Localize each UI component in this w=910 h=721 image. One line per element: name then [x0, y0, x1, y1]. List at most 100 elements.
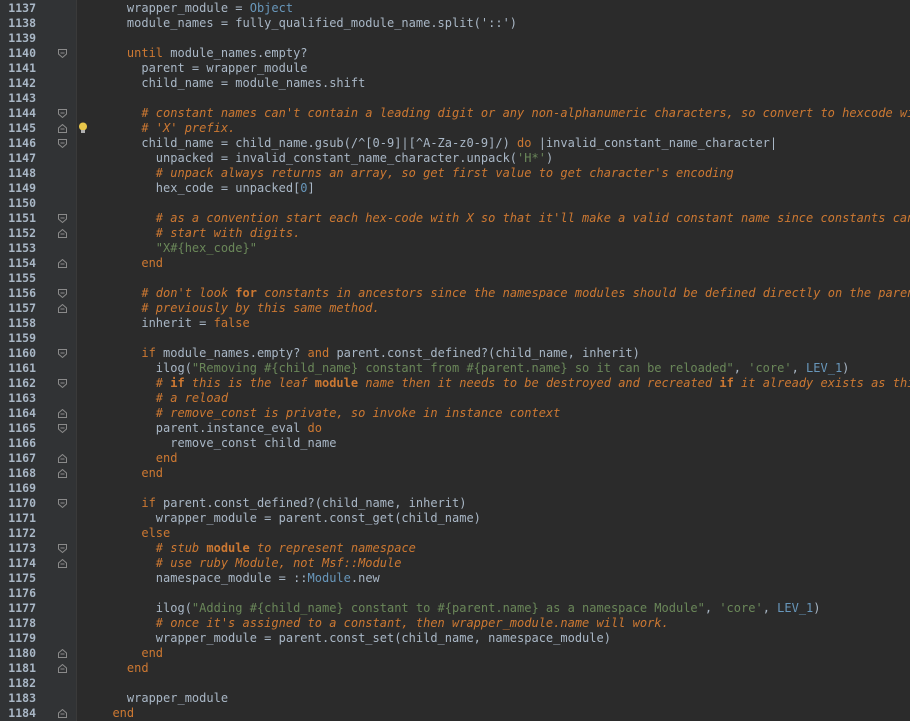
- code-text[interactable]: # constant names can't contain a leading…: [98, 106, 910, 121]
- code-text[interactable]: hex_code = unpacked[0]: [98, 181, 315, 196]
- code-line[interactable]: 1177 ilog("Adding #{child_name} constant…: [0, 601, 910, 616]
- code-line[interactable]: 1162 # if this is the leaf module name t…: [0, 376, 910, 391]
- code-line[interactable]: 1150: [0, 196, 910, 211]
- code-text[interactable]: # previously by this same method.: [98, 301, 379, 316]
- code-text[interactable]: # stub module to represent namespace: [98, 541, 416, 556]
- fold-close-icon[interactable]: [58, 709, 67, 718]
- fold-open-icon[interactable]: [58, 424, 67, 433]
- code-line[interactable]: 1176: [0, 586, 910, 601]
- fold-open-icon[interactable]: [58, 109, 67, 118]
- fold-close-icon[interactable]: [58, 649, 67, 658]
- code-line[interactable]: 1160 if module_names.empty? and parent.c…: [0, 346, 910, 361]
- code-line[interactable]: 1183 wrapper_module: [0, 691, 910, 706]
- fold-close-icon[interactable]: [58, 409, 67, 418]
- code-text[interactable]: module_names = fully_qualified_module_na…: [98, 16, 517, 31]
- code-text[interactable]: unpacked = invalid_constant_name_charact…: [98, 151, 553, 166]
- code-text[interactable]: until module_names.empty?: [98, 46, 308, 61]
- code-line[interactable]: 1159: [0, 331, 910, 346]
- code-text[interactable]: if parent.const_defined?(child_name, inh…: [98, 496, 466, 511]
- code-text[interactable]: # use ruby Module, not Msf::Module: [98, 556, 402, 571]
- fold-open-icon[interactable]: [58, 379, 67, 388]
- fold-open-icon[interactable]: [58, 499, 67, 508]
- code-text[interactable]: wrapper_module: [98, 691, 228, 706]
- code-line[interactable]: 1172 else: [0, 526, 910, 541]
- code-line[interactable]: 1153 "X#{hex_code}": [0, 241, 910, 256]
- code-line[interactable]: 1149 hex_code = unpacked[0]: [0, 181, 910, 196]
- code-line[interactable]: 1161 ilog("Removing #{child_name} consta…: [0, 361, 910, 376]
- code-text[interactable]: # start with digits.: [98, 226, 301, 241]
- fold-open-icon[interactable]: [58, 49, 67, 58]
- code-text[interactable]: else: [98, 526, 170, 541]
- code-text[interactable]: # a reload: [98, 391, 228, 406]
- code-line[interactable]: 1137 wrapper_module = Object: [0, 1, 910, 16]
- fold-open-icon[interactable]: [58, 214, 67, 223]
- code-line[interactable]: 1158 inherit = false: [0, 316, 910, 331]
- code-line[interactable]: 1139: [0, 31, 910, 46]
- code-text[interactable]: # don't look for constants in ancestors …: [98, 286, 910, 301]
- code-line[interactable]: 1140 until module_names.empty?: [0, 46, 910, 61]
- code-line[interactable]: 1173 # stub module to represent namespac…: [0, 541, 910, 556]
- code-line[interactable]: 1170 if parent.const_defined?(child_name…: [0, 496, 910, 511]
- code-text[interactable]: remove_const child_name: [98, 436, 336, 451]
- code-line[interactable]: 1145 # 'X' prefix.: [0, 121, 910, 136]
- fold-open-icon[interactable]: [58, 349, 67, 358]
- code-line[interactable]: 1144 # constant names can't contain a le…: [0, 106, 910, 121]
- fold-close-icon[interactable]: [58, 469, 67, 478]
- code-line[interactable]: 1148 # unpack always returns an array, s…: [0, 166, 910, 181]
- code-text[interactable]: child_name = child_name.gsub(/^[0-9]|[^A…: [98, 136, 777, 151]
- lightbulb-icon[interactable]: [78, 122, 88, 134]
- code-text[interactable]: end: [98, 466, 163, 481]
- code-text[interactable]: ilog("Removing #{child_name} constant fr…: [98, 361, 850, 376]
- code-line[interactable]: 1168 end: [0, 466, 910, 481]
- code-line[interactable]: 1180 end: [0, 646, 910, 661]
- fold-close-icon[interactable]: [58, 664, 67, 673]
- code-editor[interactable]: 1137 wrapper_module = Object 1138 module_…: [0, 0, 910, 721]
- code-text[interactable]: # 'X' prefix.: [98, 121, 235, 136]
- code-line[interactable]: 1156 # don't look for constants in ances…: [0, 286, 910, 301]
- code-line[interactable]: 1152 # start with digits.: [0, 226, 910, 241]
- code-line[interactable]: 1175 namespace_module = ::Module.new: [0, 571, 910, 586]
- code-text[interactable]: # if this is the leaf module name then i…: [98, 376, 910, 391]
- code-text[interactable]: end: [98, 451, 178, 466]
- code-line[interactable]: 1157 # previously by this same method.: [0, 301, 910, 316]
- code-text[interactable]: namespace_module = ::Module.new: [98, 571, 380, 586]
- code-text[interactable]: # as a convention start each hex-code wi…: [98, 211, 910, 226]
- fold-open-icon[interactable]: [58, 139, 67, 148]
- code-line[interactable]: 1141 parent = wrapper_module: [0, 61, 910, 76]
- code-text[interactable]: wrapper_module = parent.const_set(child_…: [98, 631, 611, 646]
- code-text[interactable]: end: [98, 706, 134, 721]
- fold-close-icon[interactable]: [58, 454, 67, 463]
- code-text[interactable]: child_name = module_names.shift: [98, 76, 365, 91]
- code-line[interactable]: 1169: [0, 481, 910, 496]
- code-text[interactable]: wrapper_module = parent.const_get(child_…: [98, 511, 481, 526]
- fold-close-icon[interactable]: [58, 559, 67, 568]
- code-text[interactable]: if module_names.empty? and parent.const_…: [98, 346, 640, 361]
- fold-close-icon[interactable]: [58, 259, 67, 268]
- code-line[interactable]: 1174 # use ruby Module, not Msf::Module: [0, 556, 910, 571]
- fold-open-icon[interactable]: [58, 544, 67, 553]
- code-line[interactable]: 1155: [0, 271, 910, 286]
- code-line[interactable]: 1138 module_names = fully_qualified_modu…: [0, 16, 910, 31]
- code-text[interactable]: "X#{hex_code}": [98, 241, 257, 256]
- code-text[interactable]: parent.instance_eval do: [98, 421, 322, 436]
- code-text[interactable]: # once it's assigned to a constant, then…: [98, 616, 669, 631]
- code-text[interactable]: end: [98, 646, 163, 661]
- code-line[interactable]: 1179 wrapper_module = parent.const_set(c…: [0, 631, 910, 646]
- code-line[interactable]: 1151 # as a convention start each hex-co…: [0, 211, 910, 226]
- code-line[interactable]: 1142 child_name = module_names.shift: [0, 76, 910, 91]
- code-line[interactable]: 1184 end: [0, 706, 910, 721]
- code-text[interactable]: wrapper_module = Object: [98, 1, 293, 16]
- code-line[interactable]: 1164 # remove_const is private, so invok…: [0, 406, 910, 421]
- code-line[interactable]: 1171 wrapper_module = parent.const_get(c…: [0, 511, 910, 526]
- fold-close-icon[interactable]: [58, 124, 67, 133]
- code-text[interactable]: inherit = false: [98, 316, 249, 331]
- code-line[interactable]: 1182: [0, 676, 910, 691]
- code-line[interactable]: 1178 # once it's assigned to a constant,…: [0, 616, 910, 631]
- code-text[interactable]: # remove_const is private, so invoke in …: [98, 406, 561, 421]
- code-text[interactable]: end: [98, 661, 149, 676]
- code-text[interactable]: ilog("Adding #{child_name} constant to #…: [98, 601, 821, 616]
- code-text[interactable]: end: [98, 256, 163, 271]
- code-line[interactable]: 1147 unpacked = invalid_constant_name_ch…: [0, 151, 910, 166]
- code-line[interactable]: 1163 # a reload: [0, 391, 910, 406]
- fold-close-icon[interactable]: [58, 304, 67, 313]
